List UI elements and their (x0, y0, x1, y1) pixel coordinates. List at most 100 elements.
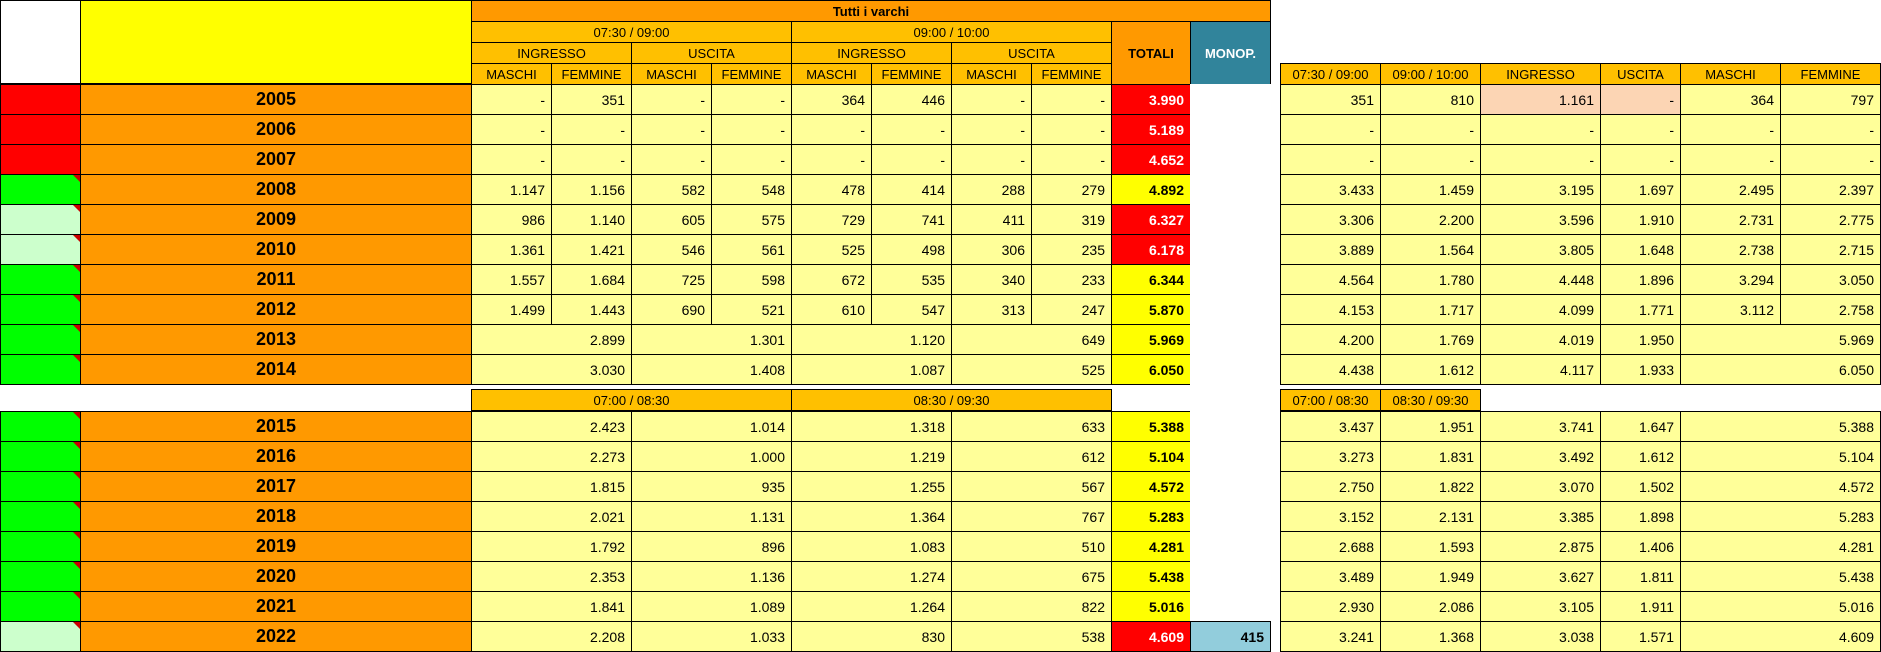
summary-cell[interactable]: 3.241 (1280, 621, 1381, 652)
row-year[interactable]: 2007 (80, 144, 472, 175)
row-status-marker[interactable] (0, 204, 81, 235)
totali-cell[interactable]: 5.189 (1111, 114, 1191, 145)
summary-cell[interactable]: 2.731 (1680, 204, 1781, 235)
summary-cell[interactable]: 797 (1780, 84, 1881, 115)
summary-cell[interactable]: 810 (1380, 84, 1481, 115)
monop-cell[interactable] (1190, 204, 1271, 235)
data-cell[interactable]: 478 (791, 174, 872, 205)
summary-cell[interactable]: 364 (1680, 84, 1781, 115)
data-cell[interactable]: - (631, 144, 712, 175)
summary-cell[interactable]: 2.086 (1380, 591, 1481, 622)
row-year[interactable]: 2014 (80, 354, 472, 385)
summary-cell[interactable]: 2.750 (1280, 471, 1381, 502)
summary-cell[interactable]: 3.105 (1480, 591, 1601, 622)
data-cell[interactable]: 510 (951, 531, 1112, 562)
data-cell[interactable]: 2.208 (471, 621, 632, 652)
summary-cell[interactable]: 4.019 (1480, 324, 1601, 355)
monop-cell[interactable] (1190, 264, 1271, 295)
data-cell[interactable]: 525 (951, 354, 1112, 385)
row-year[interactable]: 2017 (80, 471, 472, 502)
data-cell[interactable]: 1.136 (631, 561, 792, 592)
data-cell[interactable]: - (711, 144, 792, 175)
monop-cell[interactable] (1190, 561, 1271, 592)
summary-cell[interactable]: 3.385 (1480, 501, 1601, 532)
summary-cell[interactable]: 2.738 (1680, 234, 1781, 265)
data-cell[interactable]: 633 (951, 411, 1112, 442)
data-cell[interactable]: 582 (631, 174, 712, 205)
data-cell[interactable]: 1.815 (471, 471, 632, 502)
row-year[interactable]: 2009 (80, 204, 472, 235)
data-cell[interactable]: 525 (791, 234, 872, 265)
data-cell[interactable]: 247 (1031, 294, 1112, 325)
summary-cell[interactable]: 2.775 (1780, 204, 1881, 235)
monop-cell[interactable] (1190, 531, 1271, 562)
monop-cell[interactable] (1190, 144, 1271, 175)
row-status-marker[interactable] (0, 264, 81, 295)
row-year[interactable]: 2015 (80, 411, 472, 442)
data-cell[interactable]: 1.255 (791, 471, 952, 502)
row-year[interactable]: 2020 (80, 561, 472, 592)
data-cell[interactable]: 2.899 (471, 324, 632, 355)
summary-cell[interactable]: 1.951 (1380, 411, 1481, 442)
summary-cell[interactable]: 2.930 (1280, 591, 1381, 622)
data-cell[interactable]: 1.841 (471, 591, 632, 622)
data-cell[interactable]: - (711, 114, 792, 145)
monop-cell[interactable] (1190, 234, 1271, 265)
data-cell[interactable]: 1.131 (631, 501, 792, 532)
data-cell[interactable]: 1.361 (471, 234, 552, 265)
monop-cell[interactable] (1190, 591, 1271, 622)
data-cell[interactable]: 1.219 (791, 441, 952, 472)
data-cell[interactable]: 830 (791, 621, 952, 652)
summary-cell[interactable]: 4.281 (1680, 531, 1881, 562)
data-cell[interactable]: - (631, 84, 712, 115)
data-cell[interactable]: - (551, 114, 632, 145)
summary-cell[interactable]: 1.949 (1380, 561, 1481, 592)
totali-cell[interactable]: 5.016 (1111, 591, 1191, 622)
row-status-marker[interactable] (0, 471, 81, 502)
summary-cell[interactable]: 3.294 (1680, 264, 1781, 295)
row-year[interactable]: 2005 (80, 84, 472, 115)
data-cell[interactable]: 2.273 (471, 441, 632, 472)
row-status-marker[interactable] (0, 621, 81, 652)
summary-cell[interactable]: - (1600, 84, 1681, 115)
summary-cell[interactable]: 5.104 (1680, 441, 1881, 472)
row-status-marker[interactable] (0, 294, 81, 325)
monop-cell[interactable] (1190, 471, 1271, 502)
totali-cell[interactable]: 5.969 (1111, 324, 1191, 355)
data-cell[interactable]: - (551, 144, 632, 175)
monop-cell[interactable] (1190, 354, 1271, 385)
summary-cell[interactable]: 2.688 (1280, 531, 1381, 562)
summary-cell[interactable]: 3.889 (1280, 234, 1381, 265)
summary-cell[interactable]: 4.609 (1680, 621, 1881, 652)
summary-cell[interactable]: 3.437 (1280, 411, 1381, 442)
data-cell[interactable]: - (871, 144, 952, 175)
data-cell[interactable]: - (1031, 84, 1112, 115)
summary-cell[interactable]: - (1380, 144, 1481, 175)
summary-cell[interactable]: 3.038 (1480, 621, 1601, 652)
data-cell[interactable]: 2.021 (471, 501, 632, 532)
monop-cell[interactable] (1190, 411, 1271, 442)
totali-cell[interactable]: 6.344 (1111, 264, 1191, 295)
summary-cell[interactable]: 3.433 (1280, 174, 1381, 205)
monop-cell[interactable] (1190, 174, 1271, 205)
data-cell[interactable]: - (791, 144, 872, 175)
summary-cell[interactable]: - (1680, 114, 1781, 145)
monop-cell[interactable] (1190, 501, 1271, 532)
data-cell[interactable]: 1.792 (471, 531, 632, 562)
data-cell[interactable]: 547 (871, 294, 952, 325)
row-year[interactable]: 2021 (80, 591, 472, 622)
totali-cell[interactable]: 4.892 (1111, 174, 1191, 205)
summary-cell[interactable]: 6.050 (1680, 354, 1881, 385)
monop-cell[interactable] (1190, 441, 1271, 472)
summary-cell[interactable]: 4.153 (1280, 294, 1381, 325)
data-cell[interactable]: - (471, 84, 552, 115)
row-status-marker[interactable] (0, 114, 81, 145)
row-year[interactable]: 2010 (80, 234, 472, 265)
summary-cell[interactable]: 3.306 (1280, 204, 1381, 235)
data-cell[interactable]: 567 (951, 471, 1112, 502)
data-cell[interactable]: 548 (711, 174, 792, 205)
summary-cell[interactable]: 5.388 (1680, 411, 1881, 442)
totali-cell[interactable]: 6.050 (1111, 354, 1191, 385)
data-cell[interactable]: 1.443 (551, 294, 632, 325)
data-cell[interactable]: 1.140 (551, 204, 632, 235)
